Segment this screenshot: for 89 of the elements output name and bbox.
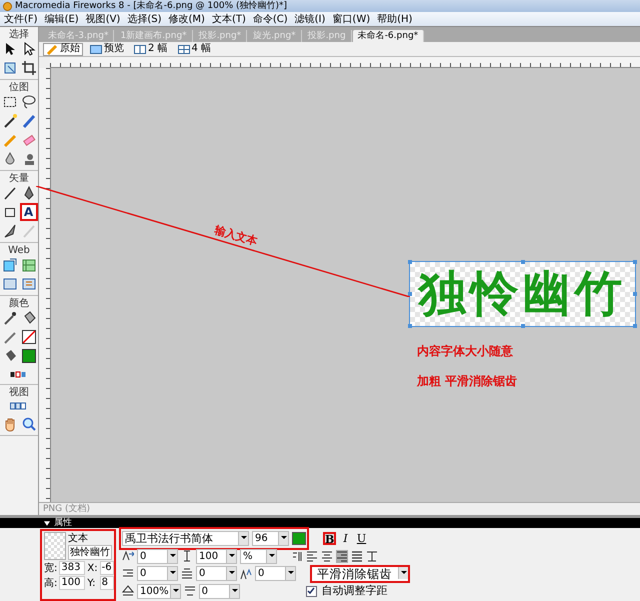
number-field[interactable]: 100% bbox=[137, 584, 181, 598]
unit-dropdown[interactable]: % bbox=[240, 548, 277, 564]
app-icon bbox=[3, 2, 12, 10]
crop-tool-icon[interactable] bbox=[20, 60, 36, 76]
alignment-button[interactable] bbox=[291, 550, 303, 562]
alignment-button[interactable] bbox=[366, 550, 378, 562]
baseline-icon bbox=[240, 568, 252, 580]
section-title: Web bbox=[8, 245, 30, 257]
view-mode-icon bbox=[134, 42, 146, 56]
number-field[interactable]: 100 bbox=[196, 548, 237, 564]
menu-item[interactable]: 视图(V) bbox=[86, 12, 120, 26]
size-field[interactable]: -6 bbox=[100, 561, 114, 575]
number-field[interactable]: 0 bbox=[137, 548, 178, 564]
section-title: 选择 bbox=[9, 29, 29, 41]
name-field[interactable]: 独怜幽竹 bbox=[68, 545, 112, 560]
menu-item[interactable]: 窗口(W) bbox=[332, 12, 370, 26]
fill-swatch-tool-icon[interactable] bbox=[20, 348, 36, 364]
size-dropdown[interactable]: 96 bbox=[252, 530, 289, 546]
view-mode-button[interactable]: 预览 bbox=[87, 42, 127, 56]
number-field[interactable]: 0 bbox=[255, 566, 296, 581]
annotation-label: 输入文本 bbox=[212, 222, 260, 249]
size-label: Y: bbox=[87, 578, 97, 588]
alignment-button[interactable] bbox=[336, 550, 348, 562]
view-mode-button[interactable]: 2 幅 bbox=[131, 42, 171, 56]
stroke-swatch-tool-icon[interactable] bbox=[20, 329, 36, 345]
section-title: 位图 bbox=[9, 82, 29, 94]
thumbnail bbox=[44, 532, 66, 560]
menu-item[interactable]: 命令(C) bbox=[252, 12, 288, 26]
line-tool-icon[interactable] bbox=[2, 185, 18, 201]
size-label: X: bbox=[87, 562, 98, 574]
collapse-icon[interactable] bbox=[44, 520, 50, 526]
checkbox[interactable] bbox=[306, 586, 317, 596]
text-style-button[interactable]: I bbox=[339, 532, 352, 545]
size-field[interactable]: 100 bbox=[59, 576, 86, 590]
menu-item[interactable]: 帮助(H) bbox=[377, 12, 412, 26]
alignment-button[interactable] bbox=[351, 550, 363, 562]
menu-item[interactable]: 编辑(E) bbox=[44, 12, 79, 26]
view-mode-icon bbox=[90, 42, 102, 56]
number-field[interactable]: 0 bbox=[196, 566, 237, 581]
section-title: 颜色 bbox=[9, 298, 29, 310]
status-text: PNG (文档) bbox=[39, 502, 640, 515]
view-mode-button[interactable]: 4 幅 bbox=[174, 42, 214, 56]
view-mode-icon bbox=[178, 42, 190, 56]
view-mode-button[interactable]: 原始 bbox=[43, 42, 83, 56]
canvas-text: 独怜幽竹 bbox=[418, 266, 626, 322]
alignment-button[interactable] bbox=[321, 550, 333, 562]
number-field[interactable]: 0 bbox=[198, 584, 240, 598]
object-type: 文本 bbox=[68, 532, 89, 545]
menu-item[interactable]: 滤镜(I) bbox=[294, 12, 326, 26]
marquee-tool-icon[interactable] bbox=[2, 94, 18, 110]
number-field[interactable]: 0 bbox=[137, 566, 178, 581]
menu-item[interactable]: 修改(M) bbox=[168, 12, 205, 26]
space-after-icon bbox=[184, 585, 196, 597]
show-tool-icon[interactable] bbox=[20, 276, 36, 292]
scale-icon bbox=[122, 585, 134, 597]
color-swatch[interactable] bbox=[292, 532, 306, 544]
indent-icon bbox=[122, 568, 134, 580]
lasso-tool-icon[interactable] bbox=[20, 94, 36, 110]
section-title: 视图 bbox=[9, 387, 29, 399]
menu-item[interactable]: 选择(S) bbox=[127, 12, 162, 26]
size-field[interactable]: 383 bbox=[59, 561, 86, 575]
leading-icon bbox=[181, 550, 193, 562]
brush-tool-icon[interactable] bbox=[20, 113, 36, 129]
alignment-button[interactable] bbox=[306, 550, 318, 562]
size-label: 宽: bbox=[44, 562, 58, 574]
eyedropper-tool-icon[interactable] bbox=[2, 310, 18, 326]
hotspot-tool-icon[interactable] bbox=[2, 257, 18, 273]
window-title: Macromedia Fireworks 8 - [未命名-6.png @ 100% (独怜幽竹)*] bbox=[15, 0, 288, 12]
checkbox-label: 自动调整字距 bbox=[320, 584, 388, 598]
slice-tool-icon[interactable] bbox=[20, 257, 36, 273]
wand-tool-icon[interactable] bbox=[2, 113, 18, 129]
text-style-button[interactable]: B bbox=[323, 532, 336, 545]
zoom-tool-icon[interactable] bbox=[20, 416, 36, 432]
text-style-button[interactable]: U bbox=[355, 532, 368, 545]
annotation-text: 内容字体大小随意 bbox=[417, 344, 514, 358]
font-dropdown[interactable]: 禹卫书法行书简体 bbox=[122, 530, 249, 546]
panel-title: 属性 bbox=[54, 518, 72, 528]
section-title: 矢量 bbox=[9, 173, 29, 185]
size-label: 高: bbox=[44, 578, 58, 588]
size-field[interactable]: 8 bbox=[100, 576, 114, 590]
scale-tool-icon[interactable] bbox=[2, 60, 18, 76]
text-tool[interactable]: A bbox=[20, 203, 38, 221]
menu-item[interactable]: 文件(F) bbox=[4, 12, 38, 26]
menu-item[interactable]: 文本(T) bbox=[212, 12, 246, 26]
annotation-text: 加粗 平滑消除锯齿 bbox=[417, 374, 518, 388]
document-tab[interactable]: 未命名-6.png* bbox=[352, 30, 424, 42]
space-before-icon bbox=[181, 568, 193, 580]
kerning-icon bbox=[122, 550, 134, 562]
view-mode-icon bbox=[46, 42, 58, 56]
